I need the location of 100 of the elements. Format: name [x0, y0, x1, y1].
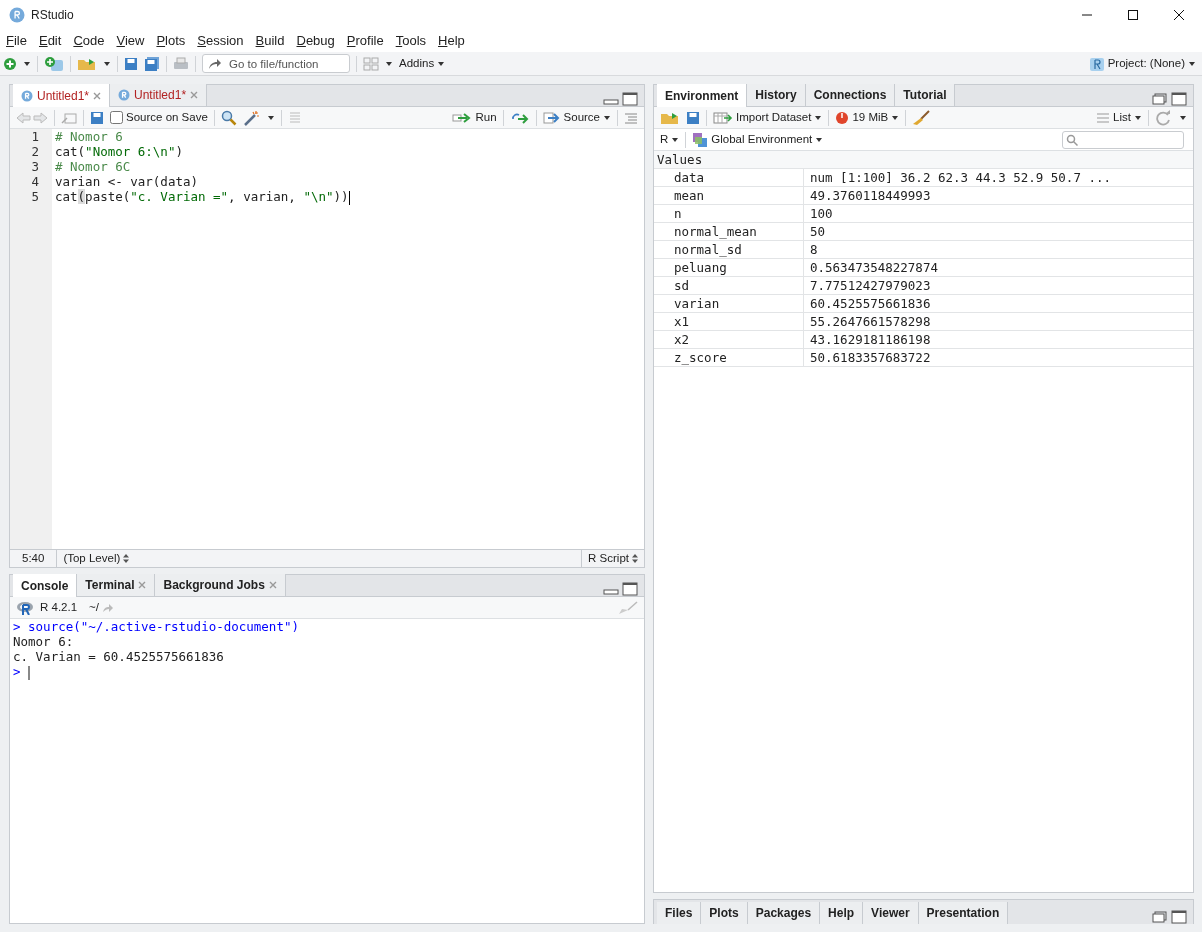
variable-value: 60.4525575661836	[809, 295, 931, 312]
pane-tab[interactable]: Terminal	[77, 574, 156, 596]
caret-icon	[603, 113, 611, 122]
caret-icon[interactable]	[1179, 113, 1187, 122]
save-icon[interactable]	[90, 110, 104, 125]
new-file-icon[interactable]	[3, 56, 17, 71]
line-number: 3	[30, 159, 39, 174]
arrow-icon	[452, 112, 473, 123]
close-icon[interactable]	[1174, 10, 1184, 20]
variable-name: n	[654, 205, 804, 222]
text-cursor	[28, 665, 30, 680]
line-number: 1	[30, 129, 39, 144]
list-icon	[1096, 111, 1111, 124]
updown-icon	[123, 554, 130, 563]
menu-item[interactable]: Plots	[156, 31, 186, 51]
run-button[interactable]: Run	[452, 108, 497, 127]
pane-tab[interactable]: Presentation	[918, 902, 1009, 924]
rerun-icon[interactable]	[509, 111, 530, 124]
source-button[interactable]: Source	[542, 108, 611, 127]
menu-item[interactable]: Edit	[38, 31, 62, 51]
variable-value: 100	[809, 205, 833, 222]
variable-value: 50	[809, 223, 826, 240]
maximize-icon[interactable]	[1171, 910, 1187, 924]
menu-item[interactable]: Build	[255, 31, 285, 51]
file-type-menu[interactable]: R Script	[581, 549, 644, 568]
variable-value: 55.2647661578298	[809, 313, 931, 330]
console-line: >	[13, 664, 641, 679]
file-tab[interactable]: Untitled1*	[13, 84, 111, 107]
caret-icon[interactable]	[266, 113, 275, 122]
save-all-icon[interactable]	[144, 55, 160, 72]
caret-icon[interactable]	[385, 59, 393, 68]
menu-item[interactable]: File	[6, 31, 27, 51]
r-version: R 4.2.1	[40, 599, 78, 615]
addins-menu[interactable]: Addins	[399, 54, 446, 73]
caret-icon[interactable]	[103, 59, 111, 68]
arrow-icon	[102, 602, 114, 613]
variable-value: 50.6183357683722	[809, 349, 931, 366]
pane-tab[interactable]: Packages	[747, 902, 821, 924]
file-tab[interactable]: Untitled1*	[110, 84, 208, 106]
scope-menu[interactable]: (Top Level)	[57, 549, 130, 568]
pane-tab[interactable]: Viewer	[863, 902, 919, 924]
variable-name: data	[654, 169, 804, 186]
pane-tab[interactable]: Help	[820, 902, 864, 924]
restore-icon[interactable]	[1152, 911, 1168, 923]
pane-tab[interactable]: Tutorial	[895, 84, 956, 106]
search-field[interactable]	[1062, 130, 1184, 149]
stack-icon	[692, 131, 709, 148]
arrow-icon	[208, 58, 222, 70]
checkbox-label[interactable]: Source on Save	[126, 108, 208, 127]
pane-tab[interactable]: Connections	[805, 84, 896, 106]
working-directory[interactable]: ~/	[89, 598, 114, 617]
broom-icon[interactable]	[912, 109, 931, 126]
variable-value: 7.77512427979023	[809, 277, 931, 294]
new-project-icon[interactable]	[44, 55, 64, 72]
variable-value: 49.3760118449993	[809, 187, 931, 204]
environment-menu[interactable]: Global Environment	[692, 130, 824, 149]
line-number: 2	[30, 144, 39, 159]
menu-item[interactable]: Session	[197, 31, 244, 51]
pane-tab[interactable]: Console	[13, 574, 78, 597]
code-line: cat("Nomor 6:\n")	[55, 144, 184, 159]
menu-item[interactable]: Debug	[296, 31, 335, 51]
pane-tab[interactable]: Plots	[701, 902, 748, 924]
pane-tab[interactable]: Background Jobs	[155, 574, 286, 596]
project-menu[interactable]: Project: (None)	[1107, 54, 1196, 73]
menu-item[interactable]: Profile	[346, 31, 384, 51]
window-title: RStudio	[31, 7, 74, 24]
caret-icon[interactable]	[23, 59, 31, 68]
caret-icon	[1134, 113, 1142, 122]
maximize-icon[interactable]	[622, 92, 638, 106]
search-icon[interactable]	[220, 109, 237, 126]
pane-tab[interactable]: Files	[657, 902, 702, 924]
folder-icon[interactable]	[77, 56, 97, 71]
pane-tab[interactable]: Environment	[657, 84, 748, 107]
view-mode-menu[interactable]: List	[1096, 108, 1142, 127]
go-to-file-field[interactable]: Go to file/function	[202, 54, 350, 73]
variable-name: sd	[654, 277, 804, 294]
updown-icon	[632, 554, 638, 563]
maximize-icon[interactable]	[1128, 10, 1138, 20]
memory-usage-menu[interactable]: 19 MiB	[835, 108, 900, 127]
import-dataset-button[interactable]: Import Dataset	[713, 108, 823, 127]
magic-wand-icon[interactable]	[242, 109, 261, 126]
language-menu[interactable]: R	[660, 130, 680, 149]
maximize-icon[interactable]	[1171, 92, 1187, 106]
save-icon[interactable]	[686, 110, 700, 125]
maximize-icon[interactable]	[622, 582, 638, 596]
code-line: varian <- var(data)	[55, 174, 199, 189]
menu-item[interactable]: Code	[73, 31, 105, 51]
restore-icon[interactable]	[1152, 93, 1168, 105]
variable-value: 43.1629181186198	[809, 331, 931, 348]
source-on-save-checkbox[interactable]	[110, 111, 123, 124]
section-header: Values	[654, 151, 1193, 169]
pane-tab[interactable]: History	[747, 84, 806, 106]
folder-icon[interactable]	[660, 110, 680, 125]
save-icon[interactable]	[124, 56, 138, 71]
console-line: Nomor 6:	[13, 634, 75, 649]
console-line: > source("~/.active-rstudio-document")	[13, 619, 300, 634]
r-file-icon	[21, 89, 33, 102]
menu-item[interactable]: View	[116, 31, 145, 51]
menu-item[interactable]: Help	[438, 31, 465, 51]
menu-item[interactable]: Tools	[395, 31, 427, 51]
